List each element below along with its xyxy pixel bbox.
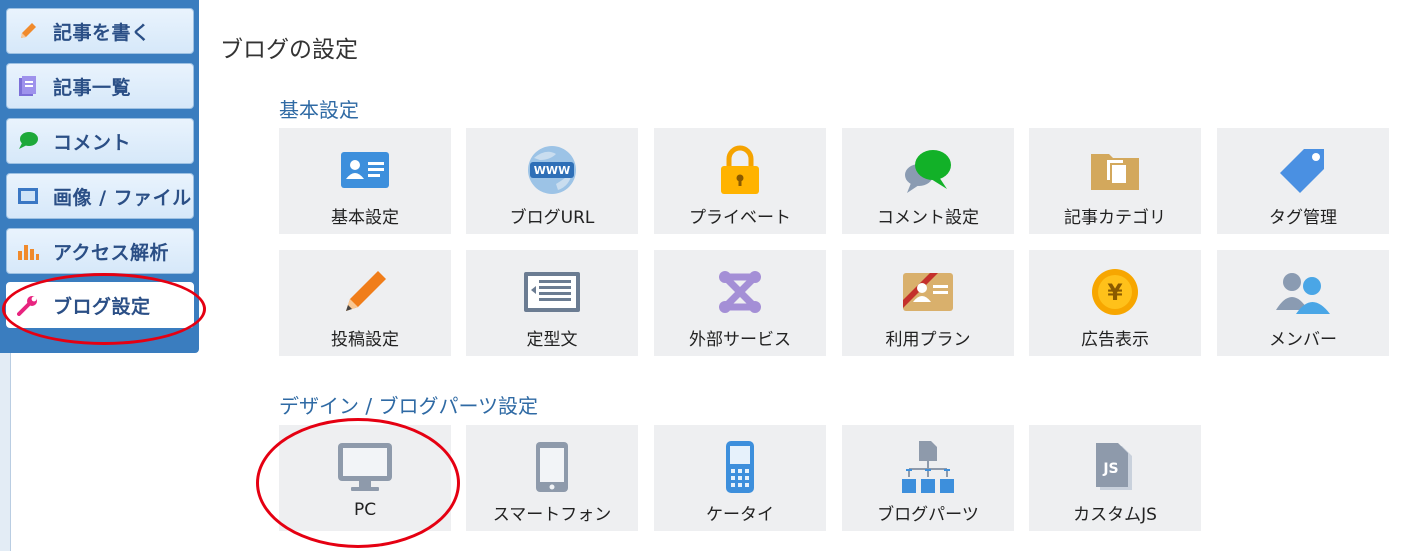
tile-basic-settings[interactable]: 基本設定	[279, 128, 451, 234]
tile-pc[interactable]: PC	[279, 425, 451, 531]
tile-label: 外部サービス	[689, 330, 791, 350]
document-list-icon	[17, 75, 39, 97]
sidebar-item-analytics[interactable]: アクセス解析	[6, 228, 194, 274]
www-globe-icon: WWW	[466, 146, 638, 194]
tile-tag-management[interactable]: タグ管理	[1217, 128, 1389, 234]
tile-label: 記事カテゴリ	[1064, 208, 1166, 228]
js-file-icon: JS	[1029, 443, 1201, 491]
tile-label: 投稿設定	[331, 330, 399, 350]
tile-ad-display[interactable]: ¥ 広告表示	[1029, 250, 1201, 356]
section-title-basic: 基本設定	[279, 98, 359, 122]
tile-label: スマートフォン	[492, 505, 612, 525]
tile-usage-plan[interactable]: 利用プラン	[842, 250, 1014, 356]
tile-label: 利用プラン	[885, 330, 971, 350]
sidebar-item-label: ブログ設定	[53, 295, 151, 318]
section-title-design: デザイン / ブログパーツ設定	[279, 394, 539, 418]
wrench-icon	[17, 294, 39, 316]
tile-label: 基本設定	[331, 208, 399, 228]
sidebar-item-label: コメント	[53, 131, 132, 154]
tile-label: タグ管理	[1269, 208, 1337, 228]
tile-label: 広告表示	[1081, 330, 1149, 350]
bar-chart-icon	[17, 240, 39, 262]
blog-parts-icon	[842, 441, 1014, 493]
template-text-icon	[466, 268, 638, 316]
tile-feature-phone[interactable]: ケータイ	[654, 425, 826, 531]
tile-label: 定型文	[526, 330, 578, 350]
plan-card-icon	[842, 268, 1014, 316]
sidebar-item-label: アクセス解析	[53, 241, 170, 264]
id-card-icon	[279, 146, 451, 194]
sidebar-item-post-list[interactable]: 記事一覧	[6, 63, 194, 109]
tile-custom-js[interactable]: JS カスタムJS	[1029, 425, 1201, 531]
sidebar-rail	[0, 353, 11, 551]
sidebar-item-write-post[interactable]: 記事を書く	[6, 8, 194, 54]
sidebar-item-comments[interactable]: コメント	[6, 118, 194, 164]
svg-text:WWW: WWW	[534, 164, 570, 177]
tile-label: コメント設定	[877, 208, 979, 228]
tile-label: ブログURL	[509, 208, 595, 228]
monitor-icon	[279, 443, 451, 491]
feature-phone-icon	[654, 441, 826, 493]
pencil-icon	[17, 20, 39, 42]
tile-blog-url[interactable]: WWW ブログURL	[466, 128, 638, 234]
tile-label: ケータイ	[706, 505, 774, 525]
sidebar-item-label: 記事一覧	[53, 76, 132, 99]
members-icon	[1217, 268, 1389, 316]
smartphone-icon	[466, 442, 638, 492]
tile-label: ブログパーツ	[877, 505, 979, 525]
tile-label: PC	[353, 500, 377, 520]
yen-coin-icon: ¥	[1029, 268, 1201, 316]
tile-smartphone[interactable]: スマートフォン	[466, 425, 638, 531]
tile-external-services[interactable]: 外部サービス	[654, 250, 826, 356]
page-title: ブログの設定	[220, 37, 358, 63]
tile-blog-parts[interactable]: ブログパーツ	[842, 425, 1014, 531]
tile-comment-settings[interactable]: コメント設定	[842, 128, 1014, 234]
sidebar-item-label: 記事を書く	[53, 21, 151, 44]
speech-bubble-icon	[17, 130, 39, 152]
comment-bubbles-icon	[842, 146, 1014, 194]
tile-post-categories[interactable]: 記事カテゴリ	[1029, 128, 1201, 234]
folder-icon	[1029, 146, 1201, 194]
tile-private[interactable]: プライベート	[654, 128, 826, 234]
sidebar-item-blog-settings[interactable]: ブログ設定	[6, 282, 194, 328]
image-icon	[17, 185, 39, 207]
tile-template-text[interactable]: 定型文	[466, 250, 638, 356]
tile-label: メンバー	[1269, 330, 1337, 350]
tile-members[interactable]: メンバー	[1217, 250, 1389, 356]
svg-text:¥: ¥	[1107, 281, 1123, 306]
svg-text:JS: JS	[1102, 461, 1118, 477]
sidebar-item-images-files[interactable]: 画像 / ファイル	[6, 173, 194, 219]
pencil-icon	[279, 268, 451, 316]
sidebar-item-label: 画像 / ファイル	[53, 186, 192, 209]
tile-posting-settings[interactable]: 投稿設定	[279, 250, 451, 356]
tag-icon	[1217, 146, 1389, 194]
tile-label: カスタムJS	[1073, 505, 1157, 525]
padlock-icon	[654, 145, 826, 194]
external-service-icon	[654, 268, 826, 316]
tile-label: プライベート	[689, 208, 791, 228]
